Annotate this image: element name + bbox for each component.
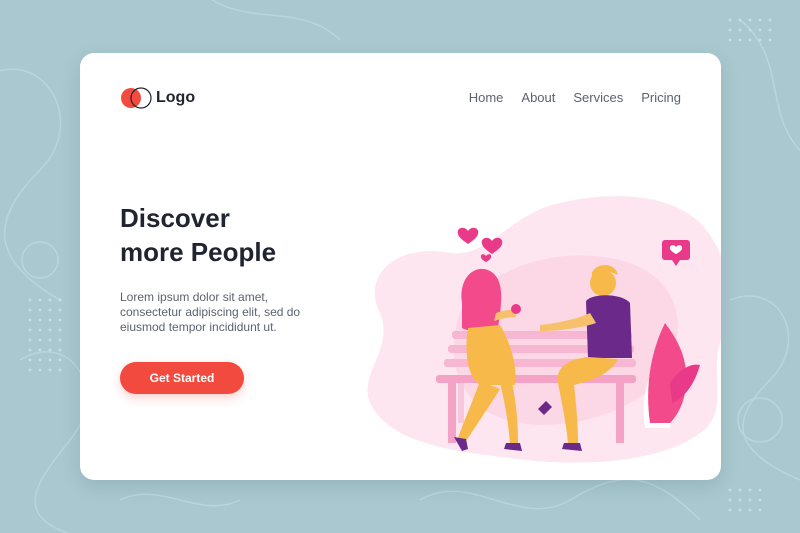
nav-about[interactable]: About <box>521 90 555 105</box>
hero-description: Lorem ipsum dolor sit amet, consectetur … <box>120 290 301 334</box>
top-nav: Home About Services Pricing <box>469 90 681 105</box>
hero-title-line1: Discover <box>120 203 230 233</box>
landing-card: Logo Home About Services Pricing Discove… <box>80 53 721 480</box>
logo-icon <box>121 87 152 109</box>
nav-pricing[interactable]: Pricing <box>641 90 681 105</box>
hero-illustration <box>367 196 721 463</box>
nav-services[interactable]: Services <box>573 90 623 105</box>
nav-home[interactable]: Home <box>469 90 504 105</box>
hero-title-line2: more People <box>120 237 277 267</box>
get-started-button[interactable]: Get Started <box>120 362 244 394</box>
hero-title: Discover more People <box>120 201 360 269</box>
logo[interactable]: Logo <box>120 87 195 109</box>
logo-text: Logo <box>156 89 196 106</box>
